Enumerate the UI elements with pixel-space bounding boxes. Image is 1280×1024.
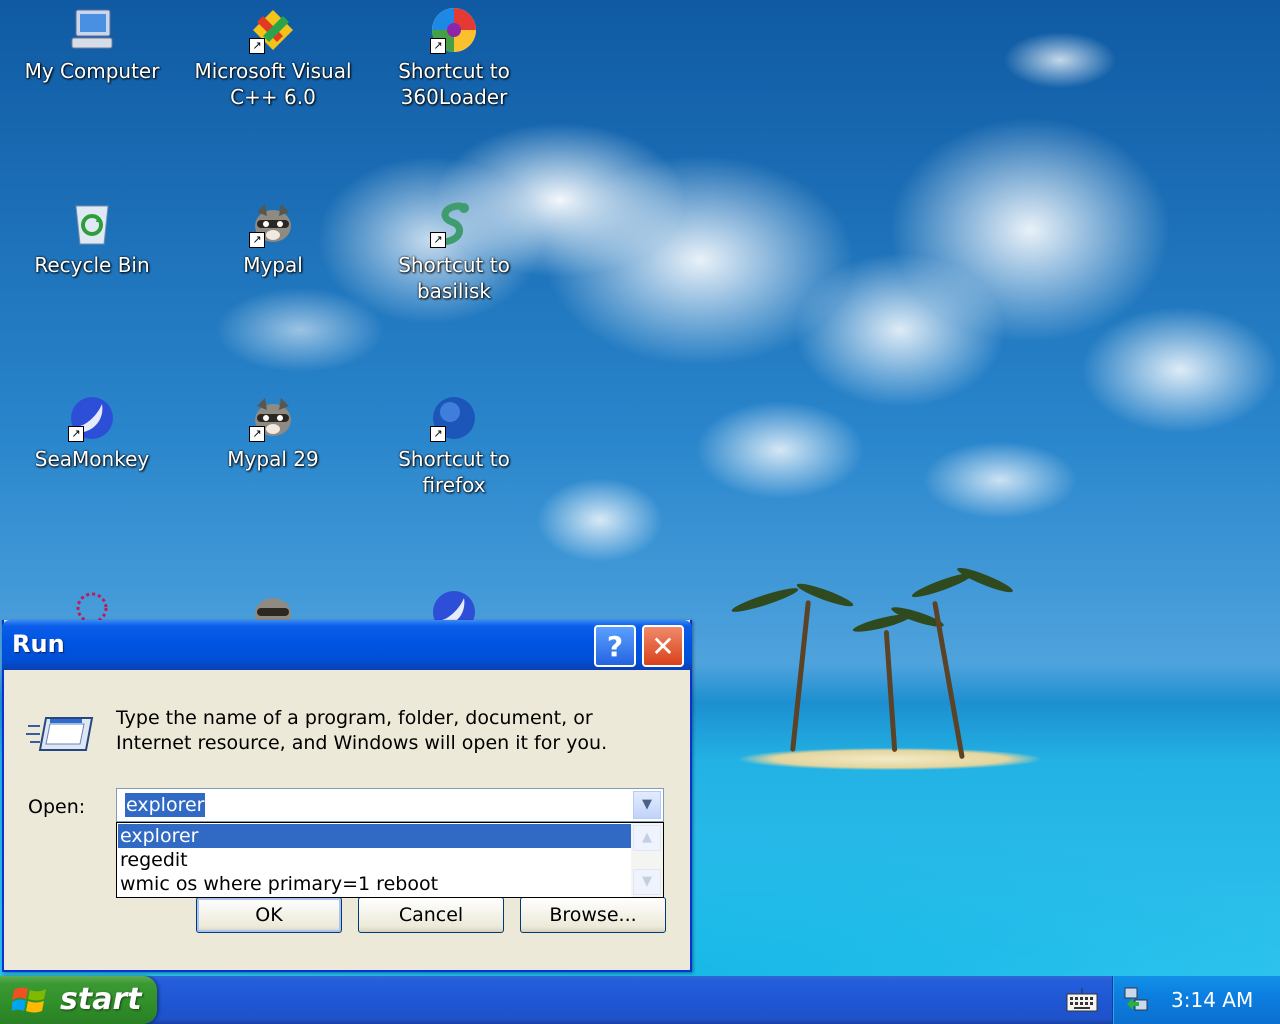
desktop-icon-label: Recycle Bin — [34, 253, 150, 277]
windows-logo-icon — [10, 984, 48, 1016]
wallpaper-island — [740, 748, 1040, 770]
desktop-icon-my-computer[interactable]: My Computer — [2, 6, 182, 84]
scroll-down-icon[interactable]: ▼ — [633, 869, 661, 895]
open-input[interactable]: explorer — [125, 793, 206, 817]
open-dropdown-list: explorer regedit wmic os where primary=1… — [116, 822, 664, 898]
recycle-bin-icon — [68, 200, 116, 248]
start-button[interactable]: start — [0, 976, 157, 1024]
shortcut-arrow-icon: ↗ — [249, 38, 265, 54]
desktop-icon-label: Mypal — [243, 253, 303, 277]
clock[interactable]: 3:14 AM — [1171, 988, 1253, 1012]
cancel-button[interactable]: Cancel — [358, 897, 504, 933]
desktop-icon-label: Shortcut to basilisk — [398, 253, 510, 303]
run-description: Type the name of a program, folder, docu… — [116, 707, 608, 754]
scroll-up-icon[interactable]: ▲ — [633, 825, 661, 851]
basilisk-icon: ↗ — [430, 200, 478, 248]
desktop-icon-visual-cpp[interactable]: ↗ Microsoft Visual C++ 6.0 — [183, 6, 363, 110]
run-title: Run — [12, 630, 65, 658]
desktop-icon-360loader[interactable]: ↗ Shortcut to 360Loader — [364, 6, 544, 110]
desktop-icon-mypal[interactable]: ↗ Mypal — [183, 200, 363, 278]
desktop-icon-seamonkey[interactable]: ↗ SeaMonkey — [2, 394, 182, 472]
taskbar: start 3:14 AM — [0, 976, 1280, 1024]
raccoon-icon: ↗ — [249, 200, 297, 248]
seamonkey-icon: ↗ — [68, 394, 116, 442]
desktop-icon-recycle-bin[interactable]: Recycle Bin — [2, 200, 182, 278]
keyboard-icon[interactable] — [1066, 988, 1098, 1012]
shortcut-arrow-icon: ↗ — [68, 426, 84, 442]
system-tray: 3:14 AM — [1112, 976, 1280, 1024]
shortcut-arrow-icon: ↗ — [430, 38, 446, 54]
dropdown-item[interactable]: explorer — [118, 824, 632, 848]
desktop-icon-basilisk[interactable]: ↗ Shortcut to basilisk — [364, 200, 544, 304]
start-label: start — [60, 982, 142, 1017]
raccoon-icon: ↗ — [249, 394, 297, 442]
desktop-icon-firefox[interactable]: ↗ Shortcut to firefox — [364, 394, 544, 498]
open-combobox[interactable]: explorer ▼ — [116, 788, 664, 822]
help-button[interactable]: ? — [594, 625, 636, 667]
desktop-icon-label: Shortcut to 360Loader — [398, 59, 510, 109]
shortcut-arrow-icon: ↗ — [249, 232, 265, 248]
open-label: Open: — [28, 796, 86, 818]
dropdown-item[interactable]: wmic os where primary=1 reboot — [118, 872, 632, 896]
run-dialog: Run ? ✕ Type the name of a program, fold… — [2, 620, 692, 972]
run-titlebar[interactable]: Run ? ✕ — [2, 620, 692, 670]
desktop-icon-label: SeaMonkey — [34, 447, 150, 471]
desktop: My Computer ↗ Microsoft VisualC++ 6.0 ↗ — [0, 0, 1280, 976]
chevron-down-icon[interactable]: ▼ — [633, 791, 661, 819]
desktop-icon-label: Microsoft Visual C++ 6.0 — [194, 59, 352, 109]
ok-button[interactable]: OK — [196, 897, 342, 933]
run-body: Type the name of a program, folder, docu… — [4, 670, 690, 970]
shortcut-arrow-icon: ↗ — [249, 426, 265, 442]
dropdown-scrollbar[interactable]: ▲ ▼ — [631, 823, 663, 897]
shortcut-arrow-icon: ↗ — [430, 232, 446, 248]
360loader-icon: ↗ — [430, 6, 478, 54]
browse-button[interactable]: Browse... — [520, 897, 666, 933]
desktop-icon-label: Mypal 29 — [227, 447, 319, 471]
shortcut-arrow-icon: ↗ — [430, 426, 446, 442]
network-icon[interactable] — [1123, 986, 1151, 1014]
run-icon — [26, 714, 96, 754]
firefox-icon: ↗ — [430, 394, 478, 442]
desktop-icon-label: Shortcut to firefox — [398, 447, 510, 497]
computer-icon — [68, 6, 116, 54]
desktop-icon-mypal-29[interactable]: ↗ Mypal 29 — [183, 394, 363, 472]
dropdown-item[interactable]: regedit — [118, 848, 632, 872]
close-button[interactable]: ✕ — [642, 625, 684, 667]
visual-cpp-icon: ↗ — [249, 6, 297, 54]
desktop-icon-label: My Computer — [24, 59, 160, 83]
